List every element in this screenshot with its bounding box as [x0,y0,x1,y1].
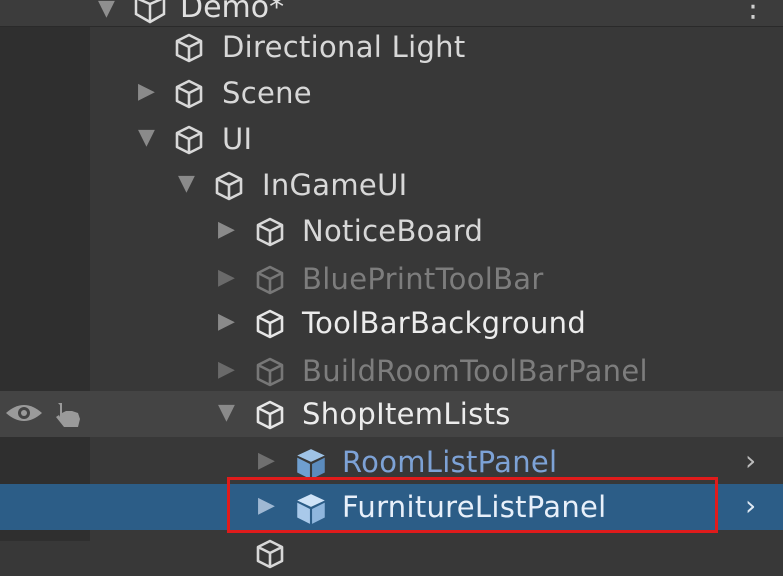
hierarchy-item-blueprinttoolbar[interactable]: ▶ BluePrintToolBar [0,256,783,302]
more-options-icon[interactable]: ⋮ [738,0,768,22]
collapsed-arrow-icon[interactable]: ▶ [218,219,235,241]
scene-title: Demo* [180,0,285,25]
collapsed-arrow-icon[interactable]: ▶ [218,267,235,289]
expanded-arrow-icon[interactable]: ▼ [138,127,155,149]
open-prefab-chevron-icon[interactable]: › [745,447,756,475]
hierarchy-item-label: BuildRoomToolBarPanel [302,354,648,388]
hierarchy-item-toolbarbackground[interactable]: ▶ ToolBarBackground [0,300,783,346]
hierarchy-item-label: ToolBarBackground [302,306,587,340]
visibility-eye-icon[interactable] [4,399,44,431]
gameobject-cube-icon [172,31,206,65]
gameobject-cube-icon [212,169,246,203]
prefab-cube-icon [293,446,327,480]
expanded-arrow-icon[interactable]: ▼ [218,402,235,424]
expand-arrow-icon[interactable]: ▼ [98,0,115,21]
gameobject-cube-icon [253,355,287,389]
hierarchy-item-label: Scene [222,76,312,110]
gameobject-cube-icon [172,77,206,111]
hierarchy-item-label: Directional Light [222,30,466,64]
collapsed-arrow-icon[interactable]: ▶ [218,311,235,333]
hierarchy-item-buildroomtoolbarpanel[interactable]: ▶ BuildRoomToolBarPanel [0,348,783,394]
collapsed-arrow-icon[interactable]: ▶ [138,81,155,103]
collapsed-arrow-icon[interactable]: ▶ [218,359,235,381]
hierarchy-item-label: InGameUI [262,168,408,202]
hierarchy-scene-header[interactable]: ▼ Demo* ⋮ [0,0,783,27]
hierarchy-item-directional-light[interactable]: Directional Light [0,24,783,70]
hierarchy-item-ui[interactable]: ▼ UI [0,116,783,162]
expanded-arrow-icon[interactable]: ▼ [178,173,195,195]
hierarchy-item-label: ShopItemLists [302,397,511,431]
hierarchy-item-label: NoticeBoard [302,214,484,248]
open-prefab-chevron-icon[interactable]: › [745,492,756,520]
gameobject-cube-icon [253,263,287,297]
hierarchy-item-ingameui[interactable]: ▼ InGameUI [0,162,783,208]
gameobject-cube-icon [253,398,287,432]
hierarchy-item-label: UI [222,122,253,156]
pickable-hand-icon[interactable] [52,399,86,433]
hierarchy-item-scene[interactable]: ▶ Scene [0,70,783,116]
selection-highlight-box [227,477,718,533]
gameobject-cube-icon [253,537,287,571]
gameobject-cube-icon [253,215,287,249]
hierarchy-item-shopitemlists[interactable]: ▼ ShopItemLists [0,391,783,437]
hierarchy-item-label: BluePrintToolBar [302,262,544,296]
gameobject-cube-icon [253,307,287,341]
hierarchy-item-partial[interactable] [0,530,783,576]
hierarchy-item-noticeboard[interactable]: ▶ NoticeBoard [0,208,783,254]
hierarchy-item-label: RoomListPanel [342,445,558,479]
collapsed-arrow-icon[interactable]: ▶ [258,450,275,472]
gameobject-cube-icon [172,123,206,157]
